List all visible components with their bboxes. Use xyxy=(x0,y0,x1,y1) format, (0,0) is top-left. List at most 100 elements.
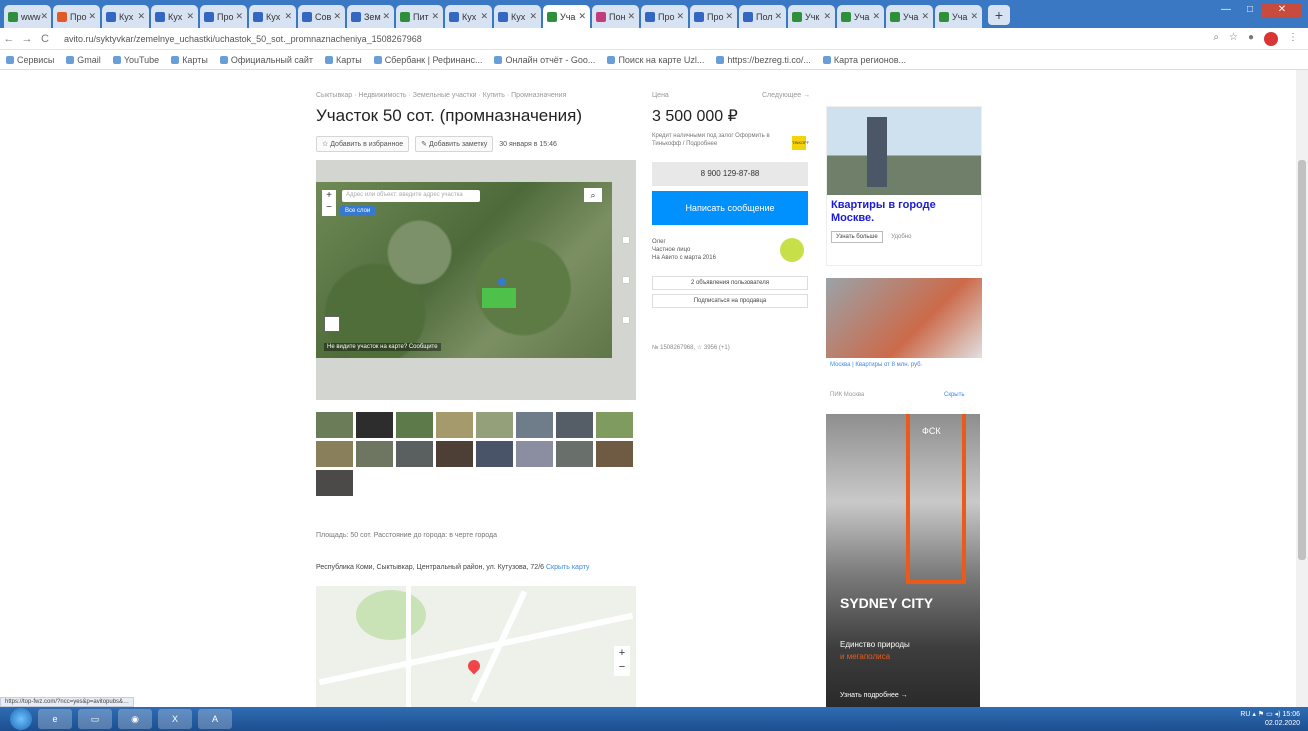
tab-close-icon[interactable]: ✕ xyxy=(137,11,145,22)
taskbar-chrome-icon[interactable]: ◉ xyxy=(118,709,152,729)
map-search-input[interactable]: Адрес или объект: введите адрес участка xyxy=(342,190,480,202)
star-icon[interactable]: ☆ xyxy=(1229,32,1238,46)
browser-tab[interactable]: Сов ✕ xyxy=(298,5,345,28)
new-tab-button[interactable]: + xyxy=(988,5,1010,25)
photo-thumbnail[interactable] xyxy=(436,441,473,467)
taskbar-excel-icon[interactable]: X xyxy=(158,709,192,729)
scrollbar-thumb[interactable] xyxy=(1298,160,1306,560)
taskbar-ie-icon[interactable]: e xyxy=(38,709,72,729)
tab-close-icon[interactable]: ✕ xyxy=(774,11,782,22)
browser-tab[interactable]: Уча ✕ xyxy=(935,5,982,28)
tab-close-icon[interactable]: ✕ xyxy=(88,11,96,22)
bookmark-item[interactable]: Сбербанк | Рефинанс... xyxy=(374,55,483,65)
tab-close-icon[interactable]: ✕ xyxy=(823,11,831,22)
bookmark-item[interactable]: YouTube xyxy=(113,55,159,65)
browser-tab[interactable]: Пит ✕ xyxy=(396,5,443,28)
browser-tab[interactable]: Про ✕ xyxy=(53,5,100,28)
browser-tab[interactable]: Учк ✕ xyxy=(788,5,835,28)
tab-close-icon[interactable]: ✕ xyxy=(970,11,978,22)
ad-cta-link[interactable]: Узнать подробнее → xyxy=(840,692,908,699)
tab-close-icon[interactable]: ✕ xyxy=(676,11,684,22)
photo-thumbnail[interactable] xyxy=(396,412,433,438)
photo-thumbnail[interactable] xyxy=(316,412,353,438)
start-button[interactable] xyxy=(10,708,32,730)
browser-tab[interactable]: Кух ✕ xyxy=(102,5,149,28)
tab-close-icon[interactable]: ✕ xyxy=(186,11,194,22)
url-field[interactable]: avito.ru/syktyvkar/zemelnye_uchastki/uch… xyxy=(64,34,422,44)
tab-close-icon[interactable]: ✕ xyxy=(627,11,635,22)
ad-banner-apartments[interactable]: Квартиры в городе Москве. Узнать больше … xyxy=(826,106,982,266)
extension-icon[interactable]: ● xyxy=(1248,32,1254,46)
gallery-side-control[interactable] xyxy=(622,236,630,244)
seller-name[interactable]: Олег xyxy=(652,238,716,246)
browser-tab[interactable]: Уча ✕ xyxy=(886,5,933,28)
photo-thumbnail[interactable] xyxy=(356,412,393,438)
note-button[interactable]: ✎ Добавить заметку xyxy=(415,136,494,152)
tab-close-icon[interactable]: ✕ xyxy=(529,11,537,22)
browser-tab[interactable]: Пол ✕ xyxy=(739,5,786,28)
gallery-side-control[interactable] xyxy=(622,316,630,324)
photo-gallery[interactable]: + − Адрес или объект: введите адрес участ… xyxy=(316,160,636,400)
gallery-side-control[interactable] xyxy=(622,276,630,284)
write-message-button[interactable]: Написать сообщение xyxy=(652,191,808,225)
profile-avatar[interactable] xyxy=(1264,32,1278,46)
tab-close-icon[interactable]: ✕ xyxy=(284,11,292,22)
credit-offer[interactable]: Кредит наличными под залог Оформить в Ти… xyxy=(652,132,782,148)
back-button[interactable]: ← xyxy=(0,33,18,45)
photo-thumbnail[interactable] xyxy=(476,441,513,467)
browser-tab[interactable]: Уча ✕ xyxy=(543,5,590,28)
bookmark-item[interactable]: Поиск на карте Uzl... xyxy=(607,55,704,65)
map-zoom-control[interactable]: + − xyxy=(322,190,336,216)
next-listing-link[interactable]: Следующее → xyxy=(762,92,810,99)
page-scrollbar[interactable] xyxy=(1296,70,1308,707)
tab-close-icon[interactable]: ✕ xyxy=(872,11,880,22)
fullscreen-icon[interactable] xyxy=(324,316,340,332)
seller-listings-button[interactable]: 2 объявления пользователя xyxy=(652,276,808,290)
browser-tab[interactable]: Кух ✕ xyxy=(151,5,198,28)
hide-map-link[interactable]: Скрыть карту xyxy=(546,564,589,571)
street-map[interactable]: + − xyxy=(316,586,636,707)
bookmark-item[interactable]: Официальный сайт xyxy=(220,55,313,65)
ad-learn-more-button[interactable]: Узнать больше xyxy=(831,231,883,243)
bookmark-item[interactable]: Сервисы xyxy=(6,55,54,65)
tab-close-icon[interactable]: ✕ xyxy=(41,11,49,22)
photo-thumbnail[interactable] xyxy=(396,441,433,467)
window-close-button[interactable]: ✕ xyxy=(1262,3,1302,17)
map-layers-button[interactable]: Все слои xyxy=(340,206,376,216)
bookmark-item[interactable]: Карта регионов... xyxy=(823,55,906,65)
photo-thumbnail[interactable] xyxy=(476,412,513,438)
minimize-button[interactable]: — xyxy=(1214,3,1238,17)
tab-close-icon[interactable]: ✕ xyxy=(431,11,439,22)
photo-thumbnail[interactable] xyxy=(516,441,553,467)
photo-thumbnail[interactable] xyxy=(596,441,633,467)
forward-button[interactable]: → xyxy=(18,33,36,45)
photo-thumbnail[interactable] xyxy=(556,441,593,467)
browser-tab[interactable]: Уча ✕ xyxy=(837,5,884,28)
show-phone-button[interactable]: 8 900 129-87-88 xyxy=(652,162,808,186)
browser-tab[interactable]: Кух ✕ xyxy=(445,5,492,28)
ad-caption-link[interactable]: Москва | Квартиры от 8 млн. руб. xyxy=(830,362,922,368)
photo-thumbnail[interactable] xyxy=(556,412,593,438)
zoom-icon[interactable]: ⌕ xyxy=(1213,32,1219,46)
browser-tab[interactable]: Кух ✕ xyxy=(249,5,296,28)
browser-tab[interactable]: www ✕ xyxy=(4,5,51,28)
photo-thumbnail[interactable] xyxy=(596,412,633,438)
tab-close-icon[interactable]: ✕ xyxy=(725,11,733,22)
photo-thumbnail[interactable] xyxy=(436,412,473,438)
bookmark-item[interactable]: https://bezreg.ti.co/... xyxy=(716,55,811,65)
bookmark-item[interactable]: Карты xyxy=(171,55,208,65)
ad-hide-link[interactable]: Скрыть xyxy=(944,392,964,398)
maximize-button[interactable]: □ xyxy=(1238,3,1262,17)
tab-close-icon[interactable]: ✕ xyxy=(382,11,390,22)
photo-thumbnail[interactable] xyxy=(316,441,353,467)
system-tray[interactable]: RU ▴ ⚑ ▭ ◂) 15:06 02.02.2020 xyxy=(1240,710,1300,728)
browser-tab[interactable]: Зем ✕ xyxy=(347,5,394,28)
satellite-map-image[interactable]: + − Адрес или объект: введите адрес участ… xyxy=(316,182,612,358)
tab-close-icon[interactable]: ✕ xyxy=(578,11,586,22)
map-search-icon[interactable]: ⌕ xyxy=(584,188,602,202)
taskbar-explorer-icon[interactable]: ▭ xyxy=(78,709,112,729)
street-map-zoom-control[interactable]: + − xyxy=(614,646,630,676)
subscribe-seller-button[interactable]: Подписаться на продавца xyxy=(652,294,808,308)
menu-icon[interactable]: ⋮ xyxy=(1288,32,1298,46)
browser-tab[interactable]: Пон ✕ xyxy=(592,5,639,28)
